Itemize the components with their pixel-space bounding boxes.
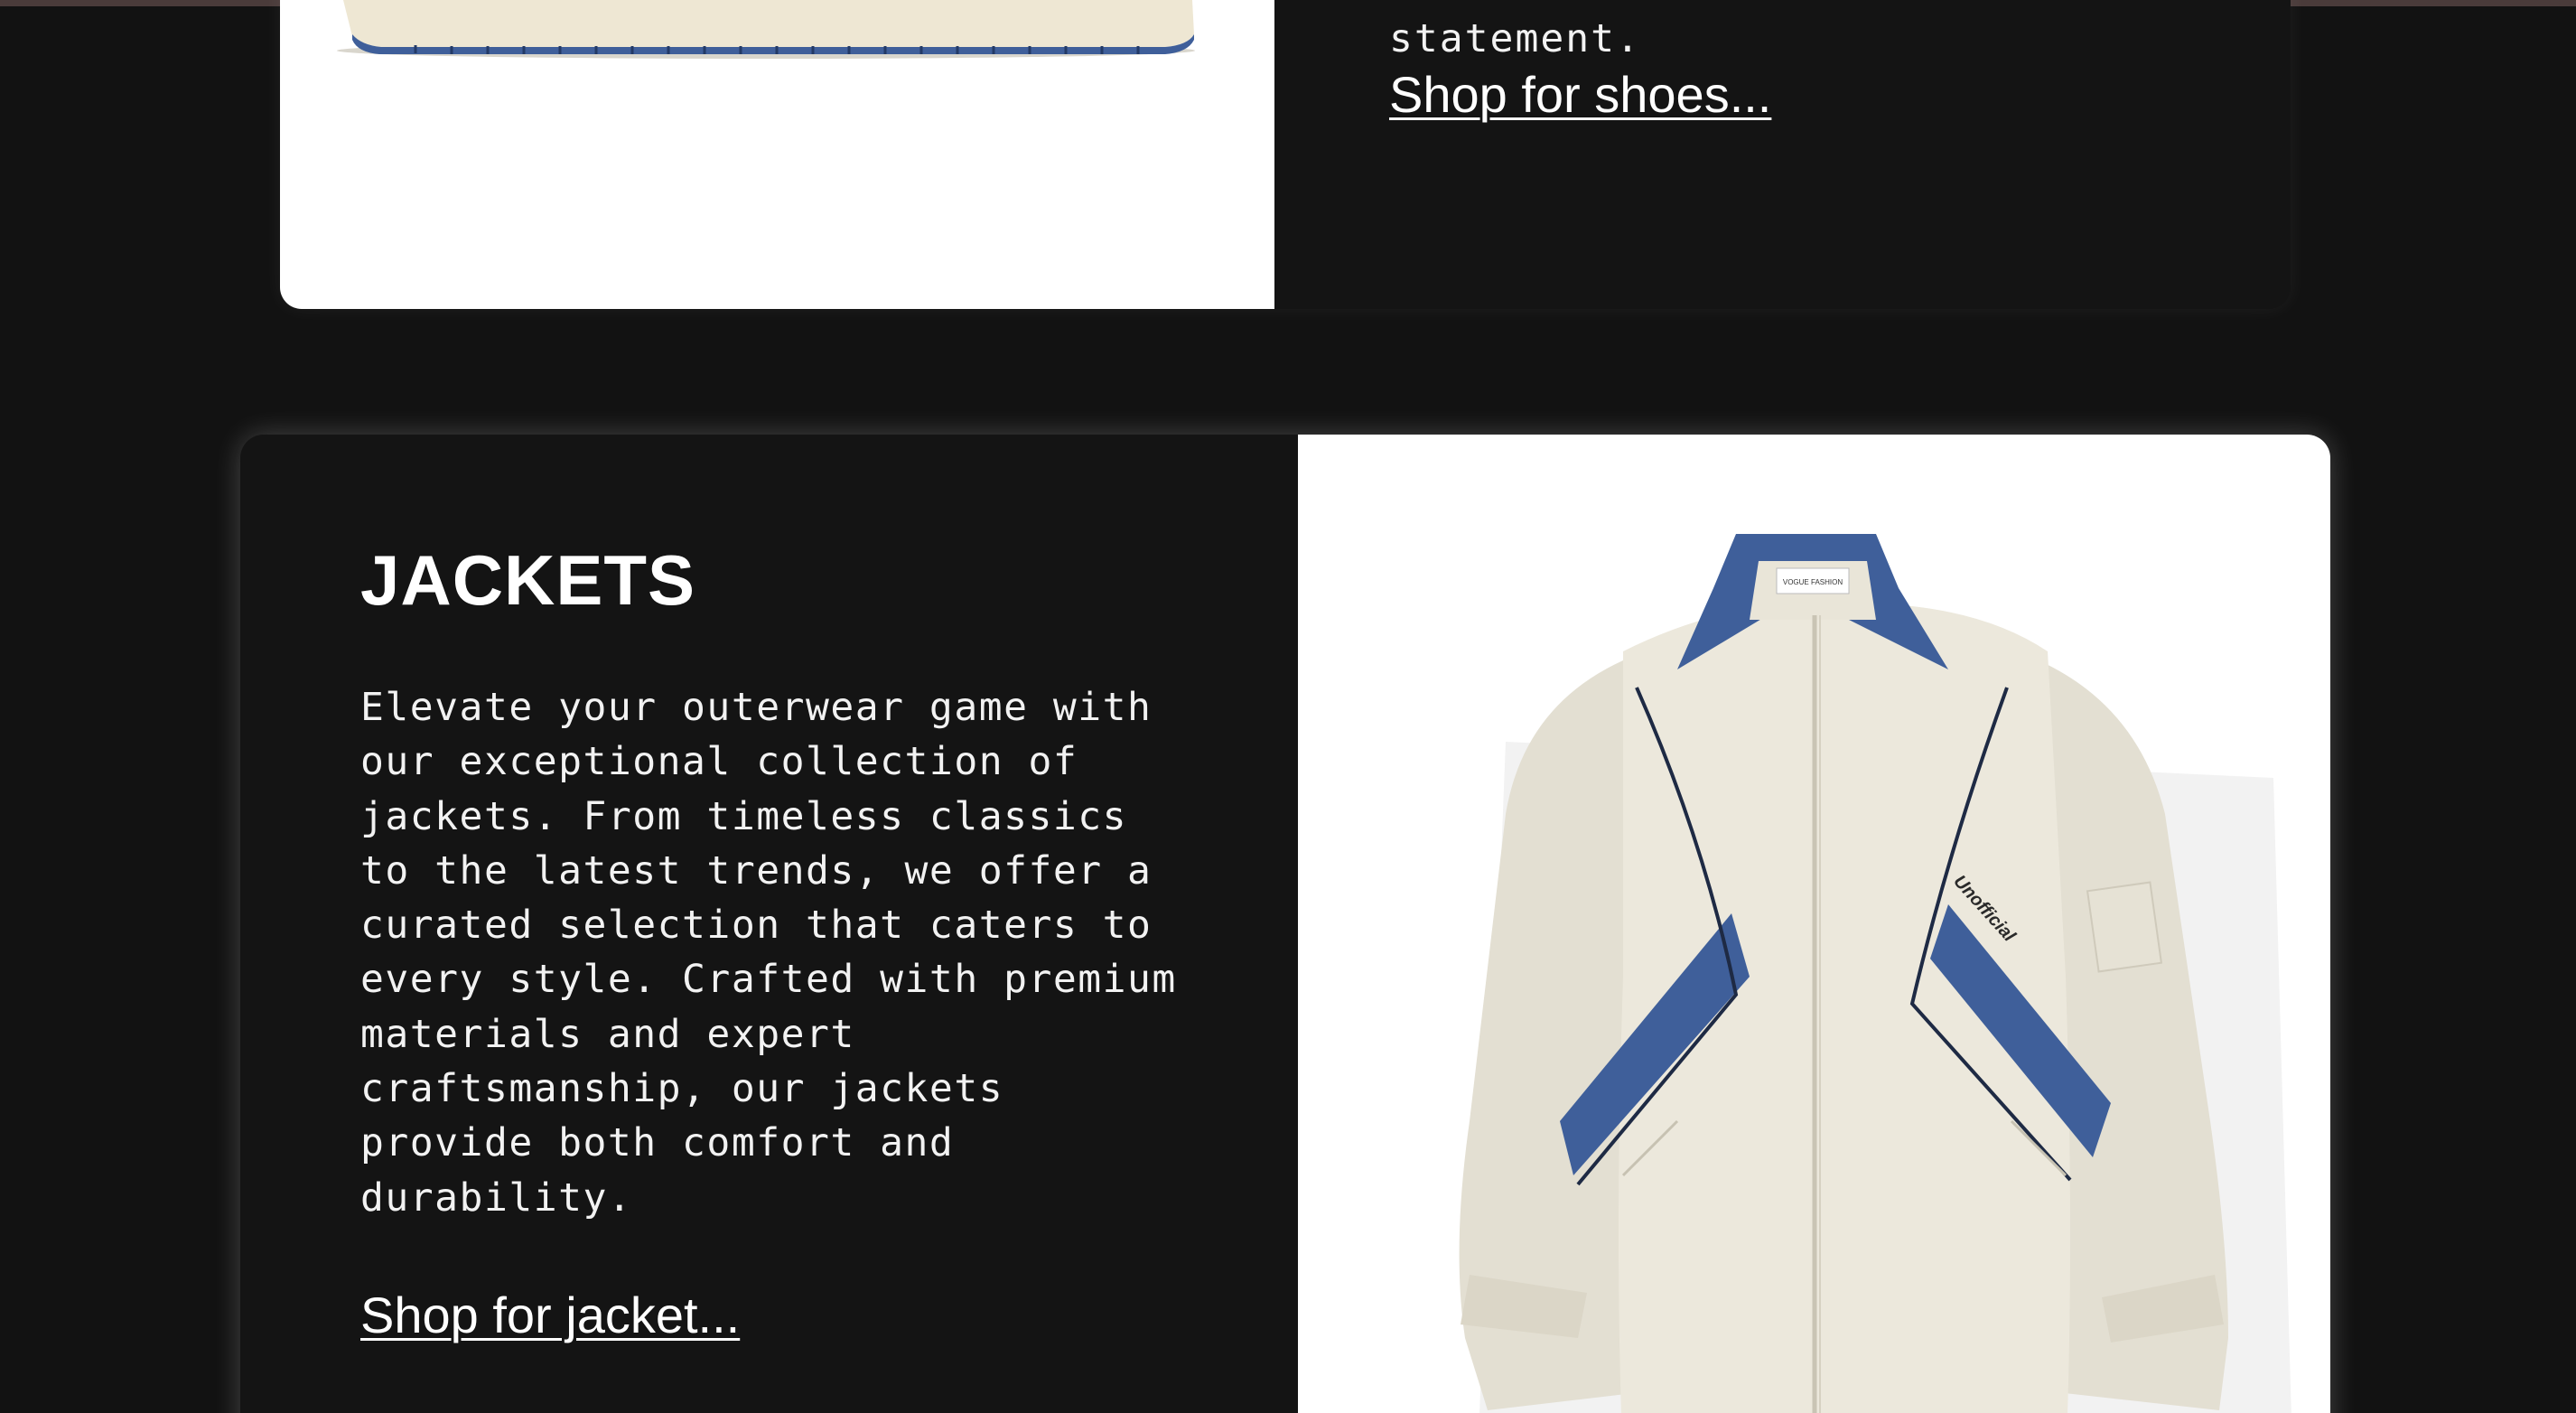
jackets-text-panel: JACKETS Elevate your outerwear game with…: [240, 435, 1298, 1413]
shoes-card: statement. Shop for shoes...: [280, 0, 2291, 309]
shoes-text-panel: statement. Shop for shoes...: [1389, 0, 2202, 309]
sneaker-illustration: [337, 0, 1195, 59]
jacket-image: VOGUE FASHION Unofficial: [1298, 435, 2330, 1413]
shop-shoes-link[interactable]: Shop for shoes...: [1389, 65, 1771, 124]
shoes-image: [280, 0, 1274, 309]
jackets-card: JACKETS Elevate your outerwear game with…: [240, 435, 2330, 1413]
shoes-description-tail: statement.: [1389, 16, 1641, 61]
shop-jackets-link[interactable]: Shop for jacket...: [360, 1286, 740, 1344]
jackets-description: Elevate your outerwear game with our exc…: [360, 685, 1177, 1221]
collar-tag-text: VOGUE FASHION: [1783, 578, 1843, 586]
jackets-title: JACKETS: [360, 540, 696, 620]
jacket-illustration: VOGUE FASHION Unofficial: [1459, 534, 2291, 1413]
